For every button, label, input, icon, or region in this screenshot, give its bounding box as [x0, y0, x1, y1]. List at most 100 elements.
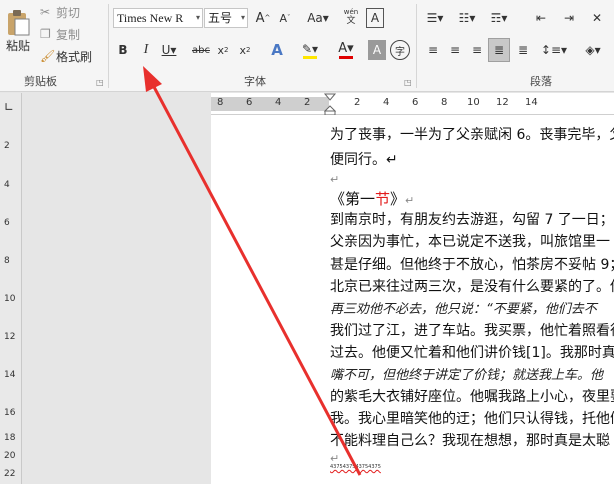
- doc-line: 为了丧事，一半为了父亲赋闲 6。丧事完毕，父: [330, 127, 614, 143]
- doc-line: 过去。他便又忙着和他们讲价钱[1]。我那时真是: [330, 345, 614, 361]
- superscript-button[interactable]: x2: [236, 40, 254, 60]
- doc-line: 我们过了江，进了车站。我买票，他忙着照看行: [330, 323, 614, 339]
- footer-text: 4375437543754375: [330, 464, 381, 470]
- doc-line: 不能料理自己么？我现在想想，那时真是太聪: [330, 433, 610, 449]
- paintbrush-icon: 🖌: [40, 49, 56, 63]
- increase-indent-icon[interactable]: ⇥: [558, 8, 580, 28]
- underline-button[interactable]: U▾: [158, 40, 180, 60]
- document-page[interactable]: 为了丧事，一半为了父亲赋闲 6。丧事完毕，父 便同行。↵ ↵ 《第一节》↵ 到南…: [211, 115, 614, 484]
- font-name-select[interactable]: Times New R ▾: [113, 8, 203, 28]
- chinese-layout-icon[interactable]: ✕: [586, 8, 608, 28]
- section-heading: 《第一节》↵: [330, 188, 414, 209]
- copy-label: 复制: [56, 27, 81, 42]
- line-spacing-icon[interactable]: ↕≡▾: [540, 40, 568, 60]
- font-size-value: 五号: [208, 11, 233, 25]
- shrink-font-button[interactable]: Aˇ: [276, 8, 294, 28]
- chevron-down-icon: ▾: [240, 13, 245, 22]
- numbering-icon[interactable]: ☷▾: [454, 8, 480, 28]
- ruler-number: 6: [246, 97, 253, 108]
- ruler-number: 14: [4, 370, 16, 380]
- enclose-char-icon[interactable]: 字: [390, 40, 410, 60]
- paste-label: 粘贴: [5, 38, 30, 53]
- ruler-number: 14: [525, 97, 538, 108]
- font-group-label: 字体: [244, 75, 266, 88]
- ruler-number: 22: [4, 469, 16, 479]
- ruler-number: 6: [412, 97, 419, 108]
- doc-line: 嘴不可，但他终于讲定了价钱；就送我上车。他: [330, 368, 604, 383]
- heading-prefix: 《第一: [330, 190, 376, 208]
- ruler-number: 12: [4, 332, 16, 342]
- highlight-icon[interactable]: ✎▾: [298, 40, 322, 60]
- clipboard-group-label: 剪贴板: [24, 75, 57, 88]
- copy-icon: ❐: [40, 27, 51, 41]
- align-center-icon[interactable]: ≡: [444, 40, 466, 60]
- grow-font-button[interactable]: A ^: [254, 8, 272, 28]
- char-border-button[interactable]: A: [366, 8, 384, 28]
- doc-line: 北京已来往过两三次，是没有什么要紧的了。他: [330, 279, 614, 295]
- shading-icon[interactable]: ◈▾: [580, 40, 606, 60]
- paragraph-group-label: 段落: [530, 75, 552, 88]
- font-color-icon[interactable]: A▾: [334, 40, 358, 60]
- doc-line: 便同行。↵: [330, 152, 398, 168]
- ribbon: 粘贴 ✂ 剪切 ❐ 复制 🖌 格式刷 剪贴板 ◳ Times New R ▾ 五…: [0, 0, 614, 92]
- char-shading-icon[interactable]: A: [368, 40, 386, 60]
- doc-line: 再三劝他不必去，他只说：“不要紧，他们去不: [330, 302, 597, 317]
- clipboard-icon: [8, 9, 30, 35]
- align-left-icon[interactable]: ≡: [422, 40, 444, 60]
- ruler-number: 4: [275, 97, 282, 108]
- ruler-number: 10: [467, 97, 480, 108]
- justify-icon[interactable]: ≣: [488, 38, 510, 62]
- scissors-icon: ✂: [40, 5, 51, 19]
- subscript-button[interactable]: x2: [214, 40, 232, 60]
- heading-suffix: 》: [390, 190, 406, 208]
- doc-line: 我。我心里暗笑他的迂；他们只认得钱，托他们: [330, 411, 614, 427]
- ruler-number: 8: [441, 97, 448, 108]
- cut-label: 剪切: [56, 5, 81, 20]
- tab-selector-icon[interactable]: ∟: [4, 100, 18, 114]
- ruler-number: 8: [4, 256, 10, 266]
- multilevel-list-icon[interactable]: ☶▾: [486, 8, 512, 28]
- italic-button[interactable]: I: [136, 40, 156, 60]
- ruler-number: 2: [304, 97, 311, 108]
- align-right-icon[interactable]: ≡: [466, 40, 488, 60]
- paste-button[interactable]: 粘贴: [2, 4, 34, 58]
- ruler-number: 18: [4, 433, 16, 443]
- doc-line: 甚是仔细。但他终于不放心，怕茶房不妥帖 9；: [330, 257, 614, 273]
- doc-line: 的紫毛大衣铺好座位。他嘱我路上小心，夜里要: [330, 389, 614, 405]
- ruler-number: 8: [217, 97, 224, 108]
- bullets-icon[interactable]: ☰▾: [422, 8, 448, 28]
- distributed-icon[interactable]: ≣: [512, 40, 534, 60]
- font-size-select[interactable]: 五号 ▾: [204, 8, 248, 28]
- change-case-button[interactable]: Aa▾: [304, 8, 332, 28]
- heading-red-char: 节: [375, 190, 391, 208]
- chevron-down-icon: ▾: [195, 13, 200, 22]
- ruler-number: 20: [4, 451, 16, 461]
- ruler-number: 10: [4, 294, 16, 304]
- phonetic-guide-icon[interactable]: wén 文: [340, 6, 362, 28]
- bold-button[interactable]: B: [113, 40, 133, 60]
- format-painter-label: 格式刷: [56, 49, 93, 64]
- paragraph-mark: ↵: [330, 173, 340, 186]
- format-painter-button[interactable]: 🖌 格式刷: [40, 48, 100, 64]
- ruler-number: 2: [354, 97, 361, 108]
- cut-button[interactable]: ✂ 剪切: [40, 4, 88, 20]
- paragraph-mark: ↵: [405, 194, 415, 207]
- doc-line: 父亲因为事忙，本已说定不送我，叫旅馆里一: [330, 234, 610, 250]
- font-dialog-launcher-icon[interactable]: ◳: [404, 78, 412, 87]
- ruler-number: 2: [4, 141, 10, 151]
- text-effects-icon[interactable]: A: [266, 40, 288, 60]
- vertical-ruler[interactable]: 2 4 6 8 10 12 14 16 18 20 22: [0, 93, 22, 484]
- decrease-indent-icon[interactable]: ⇤: [530, 8, 552, 28]
- clipboard-dialog-launcher-icon[interactable]: ◳: [96, 78, 104, 87]
- copy-button[interactable]: ❐ 复制: [40, 26, 88, 42]
- doc-line: 到南京时，有朋友约去游逛，勾留 7 了一日；: [330, 212, 614, 228]
- indent-marker-icon[interactable]: [324, 93, 336, 115]
- ruler-margin: [211, 97, 329, 111]
- ruler-number: 16: [4, 408, 16, 418]
- horizontal-ruler[interactable]: 8 6 4 2 2 4 6 8 10 12 14: [211, 93, 614, 115]
- strikethrough-button[interactable]: abc: [190, 40, 212, 60]
- divider: [416, 4, 417, 88]
- ruler-number: 12: [496, 97, 509, 108]
- ruler-number: 4: [4, 180, 10, 190]
- divider: [108, 4, 109, 88]
